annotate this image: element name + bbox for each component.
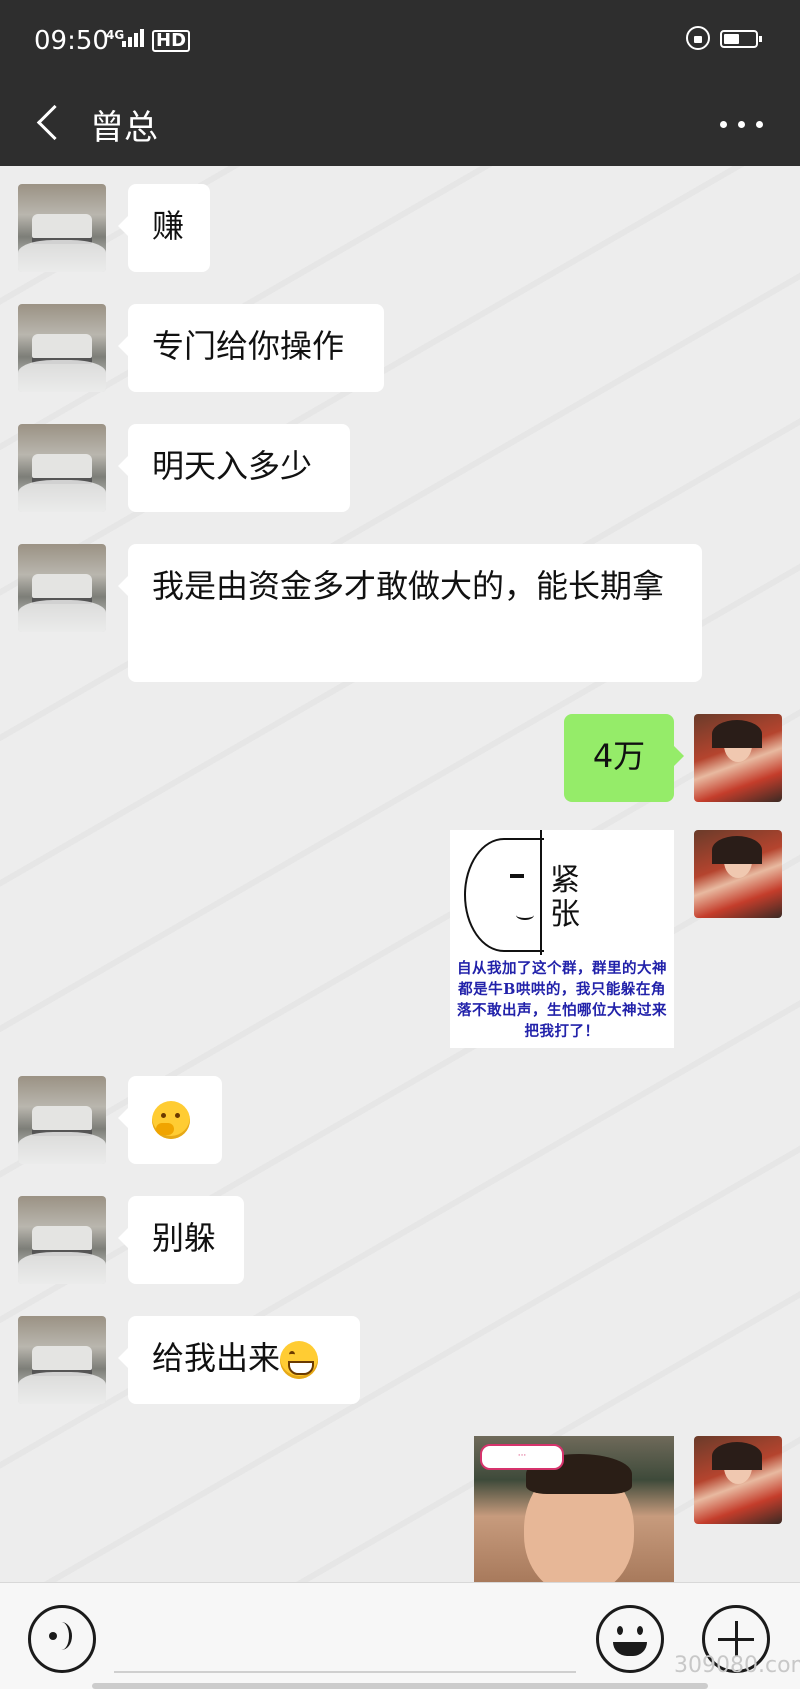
contact-avatar[interactable]	[18, 1196, 106, 1284]
contact-avatar[interactable]	[18, 424, 106, 512]
contact-avatar[interactable]	[18, 304, 106, 392]
hd-badge: HD	[152, 30, 191, 52]
message-text: 给我出来	[152, 1339, 281, 1377]
sticker-face	[464, 838, 544, 952]
my-avatar[interactable]	[694, 830, 782, 918]
watermark: 309080.com	[674, 1653, 800, 1678]
message-bubble[interactable]: 给我出来	[118, 1316, 360, 1404]
message-input[interactable]	[114, 1607, 576, 1673]
voice-input-button[interactable]	[28, 1605, 96, 1673]
status-time: 09:50	[34, 26, 109, 56]
message-list[interactable]: 赚 专门给你操作 明天入多少 我是由资金多才敢做大的，能长期拿 4万 紧张 自从…	[0, 166, 800, 1582]
signal-icon	[122, 28, 146, 47]
message-bubble[interactable]: 4万	[564, 714, 684, 802]
sticker-image[interactable]: 紧张 自从我加了这个群，群里的大神都是牛B哄哄的，我只能躲在角落不敢出声，生怕哪…	[450, 830, 674, 1048]
message-bubble[interactable]: 明天入多少	[118, 424, 350, 512]
contact-avatar[interactable]	[18, 544, 106, 632]
message-bubble[interactable]: 我是由资金多才敢做大的，能长期拿	[118, 544, 702, 682]
contact-avatar[interactable]	[18, 1076, 106, 1164]
message-bubble[interactable]: 赚	[118, 184, 210, 272]
message-bubble[interactable]: 专门给你操作	[118, 304, 384, 392]
sticker-caption: 自从我加了这个群，群里的大神都是牛B哄哄的，我只能躲在角落不敢出声，生怕哪位大神…	[457, 960, 667, 1040]
contact-avatar[interactable]	[18, 1316, 106, 1404]
battery-icon	[720, 30, 762, 48]
sticker-word: 紧张	[550, 863, 580, 932]
gesture-bar[interactable]	[92, 1683, 708, 1689]
photo-caption-badge: ···	[480, 1444, 564, 1470]
chat-title: 曾总	[90, 108, 158, 148]
chat-header: 曾总	[0, 80, 800, 166]
my-avatar[interactable]	[694, 1436, 782, 1524]
message-bubble[interactable]: 别躲	[118, 1196, 244, 1284]
grinning-face-icon	[280, 1341, 319, 1379]
rotation-lock-icon	[686, 26, 710, 50]
back-button[interactable]	[30, 94, 70, 150]
input-bar: 309080.com	[0, 1582, 800, 1689]
contact-avatar[interactable]	[18, 184, 106, 272]
emoji-button[interactable]	[596, 1605, 664, 1673]
status-bar: 09:50 4G HD	[0, 0, 800, 80]
more-options-button[interactable]	[712, 100, 772, 146]
thinking-face-icon	[152, 1101, 190, 1139]
photo-message[interactable]: ···	[474, 1436, 674, 1582]
message-bubble[interactable]	[118, 1076, 222, 1164]
my-avatar[interactable]	[694, 714, 782, 802]
